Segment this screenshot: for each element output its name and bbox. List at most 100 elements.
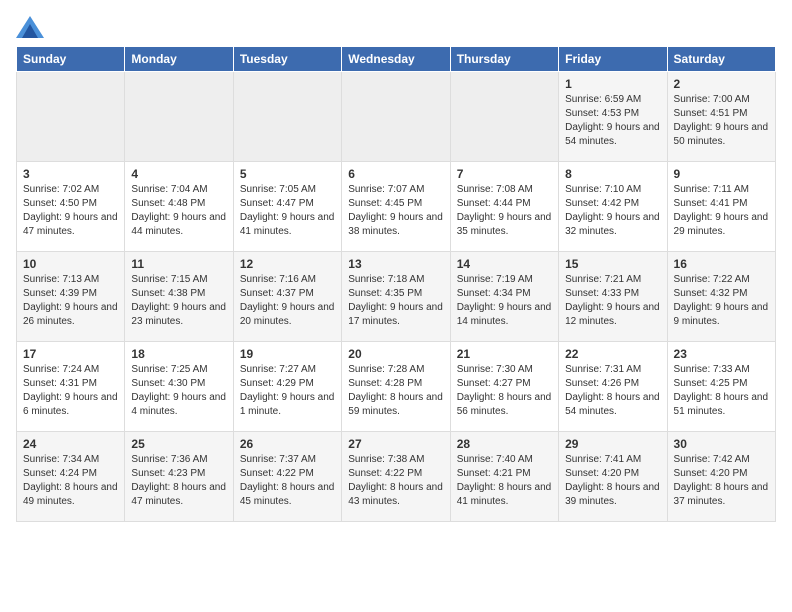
day-cell: 27Sunrise: 7:38 AMSunset: 4:22 PMDayligh…: [342, 432, 450, 522]
day-number: 11: [131, 257, 226, 271]
sunset: Sunset: 4:51 PM: [674, 107, 769, 121]
day-cell: 3Sunrise: 7:02 AMSunset: 4:50 PMDaylight…: [17, 162, 125, 252]
sunrise: Sunrise: 7:05 AM: [240, 183, 335, 197]
day-cell: 11 Sunrise: 7:15 AMSunset: 4:38 PMDayligh…: [125, 252, 233, 342]
day-cell: 2Sunrise: 7:00 AMSunset: 4:51 PMDaylight…: [667, 72, 775, 162]
daylight: Daylight: 9 hours and 23 minutes.: [131, 301, 226, 329]
day-number: 14: [457, 257, 552, 271]
day-cell: 14 Sunrise: 7:19 AMSunset: 4:34 PMDayligh…: [450, 252, 558, 342]
sunset: Sunset: 4:20 PM: [565, 467, 660, 481]
day-cell: 6Sunrise: 7:07 AMSunset: 4:45 PMDaylight…: [342, 162, 450, 252]
header-cell-friday: Friday: [559, 47, 667, 72]
day-info: Sunrise: 6:59 AMSunset: 4:53 PMDaylight:…: [565, 93, 660, 149]
day-info: Sunrise: 7:27 AMSunset: 4:29 PMDaylight:…: [240, 363, 335, 419]
day-info: Sunrise: 7:28 AMSunset: 4:28 PMDaylight:…: [348, 363, 443, 419]
calendar-table: SundayMondayTuesdayWednesdayThursdayFrid…: [16, 46, 776, 522]
daylight: Daylight: 9 hours and 26 minutes.: [23, 301, 118, 329]
day-number: 30: [674, 437, 769, 451]
day-info: Sunrise: 7:11 AMSunset: 4:41 PMDaylight:…: [674, 183, 769, 239]
day-number: 25: [131, 437, 226, 451]
sunrise: Sunrise: 7:10 AM: [565, 183, 660, 197]
sunset: Sunset: 4:33 PM: [565, 287, 660, 301]
header-cell-wednesday: Wednesday: [342, 47, 450, 72]
daylight: Daylight: 9 hours and 12 minutes.: [565, 301, 660, 329]
day-cell: [17, 72, 125, 162]
sunset: Sunset: 4:30 PM: [131, 377, 226, 391]
daylight: Daylight: 9 hours and 4 minutes.: [131, 391, 226, 419]
daylight: Daylight: 9 hours and 32 minutes.: [565, 211, 660, 239]
sunrise: Sunrise: 7:15 AM: [131, 273, 226, 287]
daylight: Daylight: 9 hours and 54 minutes.: [565, 121, 660, 149]
day-cell: 20Sunrise: 7:28 AMSunset: 4:28 PMDayligh…: [342, 342, 450, 432]
sunrise: Sunrise: 7:27 AM: [240, 363, 335, 377]
day-cell: 29Sunrise: 7:41 AMSunset: 4:20 PMDayligh…: [559, 432, 667, 522]
sunset: Sunset: 4:39 PM: [23, 287, 118, 301]
day-cell: 9Sunrise: 7:11 AMSunset: 4:41 PMDaylight…: [667, 162, 775, 252]
week-row-5: 24Sunrise: 7:34 AMSunset: 4:24 PMDayligh…: [17, 432, 776, 522]
daylight: Daylight: 9 hours and 1 minute.: [240, 391, 335, 419]
sunset: Sunset: 4:26 PM: [565, 377, 660, 391]
day-cell: [125, 72, 233, 162]
day-number: 15: [565, 257, 660, 271]
header-cell-saturday: Saturday: [667, 47, 775, 72]
sunset: Sunset: 4:21 PM: [457, 467, 552, 481]
day-info: Sunrise: 7:18 AMSunset: 4:35 PMDaylight:…: [348, 273, 443, 329]
sunset: Sunset: 4:34 PM: [457, 287, 552, 301]
sunset: Sunset: 4:20 PM: [674, 467, 769, 481]
day-info: Sunrise: 7:40 AMSunset: 4:21 PMDaylight:…: [457, 453, 552, 509]
day-info: Sunrise: 7:38 AMSunset: 4:22 PMDaylight:…: [348, 453, 443, 509]
sunset: Sunset: 4:42 PM: [565, 197, 660, 211]
header-cell-thursday: Thursday: [450, 47, 558, 72]
day-cell: 13Sunrise: 7:18 AMSunset: 4:35 PMDayligh…: [342, 252, 450, 342]
sunset: Sunset: 4:23 PM: [131, 467, 226, 481]
day-cell: 12Sunrise: 7:16 AMSunset: 4:37 PMDayligh…: [233, 252, 341, 342]
day-info: Sunrise: 7:34 AMSunset: 4:24 PMDaylight:…: [23, 453, 118, 509]
sunrise: Sunrise: 7:16 AM: [240, 273, 335, 287]
sunrise: Sunrise: 7:37 AM: [240, 453, 335, 467]
sunset: Sunset: 4:38 PM: [131, 287, 226, 301]
sunrise: Sunrise: 7:38 AM: [348, 453, 443, 467]
daylight: Daylight: 8 hours and 47 minutes.: [131, 481, 226, 509]
sunrise: Sunrise: 7:36 AM: [131, 453, 226, 467]
calendar-body: 1Sunrise: 6:59 AMSunset: 4:53 PMDaylight…: [17, 72, 776, 522]
sunset: Sunset: 4:45 PM: [348, 197, 443, 211]
sunset: Sunset: 4:35 PM: [348, 287, 443, 301]
day-cell: 8Sunrise: 7:10 AMSunset: 4:42 PMDaylight…: [559, 162, 667, 252]
sunset: Sunset: 4:50 PM: [23, 197, 118, 211]
sunrise: Sunrise: 6:59 AM: [565, 93, 660, 107]
day-number: 22: [565, 347, 660, 361]
sunset: Sunset: 4:53 PM: [565, 107, 660, 121]
logo: [16, 16, 48, 38]
sunrise: Sunrise: 7:41 AM: [565, 453, 660, 467]
sunset: Sunset: 4:22 PM: [240, 467, 335, 481]
day-number: 10: [23, 257, 118, 271]
day-cell: 4Sunrise: 7:04 AMSunset: 4:48 PMDaylight…: [125, 162, 233, 252]
day-number: 1: [565, 77, 660, 91]
week-row-1: 1 Sunrise: 6:59 AMSunset: 4:53 PMDaylight…: [17, 72, 776, 162]
week-row-4: 17Sunrise: 7:24 AMSunset: 4:31 PMDayligh…: [17, 342, 776, 432]
daylight: Daylight: 9 hours and 38 minutes.: [348, 211, 443, 239]
sunrise: Sunrise: 7:25 AM: [131, 363, 226, 377]
header-row: SundayMondayTuesdayWednesdayThursdayFrid…: [17, 47, 776, 72]
day-info: Sunrise: 7:19 AMSunset: 4:34 PMDaylight:…: [457, 273, 552, 329]
sunrise: Sunrise: 7:19 AM: [457, 273, 552, 287]
sunrise: Sunrise: 7:24 AM: [23, 363, 118, 377]
day-number: 26: [240, 437, 335, 451]
day-cell: 15Sunrise: 7:21 AMSunset: 4:33 PMDayligh…: [559, 252, 667, 342]
day-number: 19: [240, 347, 335, 361]
day-cell: 18Sunrise: 7:25 AMSunset: 4:30 PMDayligh…: [125, 342, 233, 432]
day-info: Sunrise: 7:22 AMSunset: 4:32 PMDaylight:…: [674, 273, 769, 329]
day-cell: [233, 72, 341, 162]
daylight: Daylight: 8 hours and 39 minutes.: [565, 481, 660, 509]
sunset: Sunset: 4:22 PM: [348, 467, 443, 481]
day-cell: 17Sunrise: 7:24 AMSunset: 4:31 PMDayligh…: [17, 342, 125, 432]
sunrise: Sunrise: 7:07 AM: [348, 183, 443, 197]
day-number: 4: [131, 167, 226, 181]
day-cell: 28Sunrise: 7:40 AMSunset: 4:21 PMDayligh…: [450, 432, 558, 522]
day-number: 23: [674, 347, 769, 361]
day-info: Sunrise: 7:37 AMSunset: 4:22 PMDaylight:…: [240, 453, 335, 509]
daylight: Daylight: 8 hours and 49 minutes.: [23, 481, 118, 509]
daylight: Daylight: 8 hours and 59 minutes.: [348, 391, 443, 419]
sunrise: Sunrise: 7:31 AM: [565, 363, 660, 377]
day-info: Sunrise: 7:36 AMSunset: 4:23 PMDaylight:…: [131, 453, 226, 509]
